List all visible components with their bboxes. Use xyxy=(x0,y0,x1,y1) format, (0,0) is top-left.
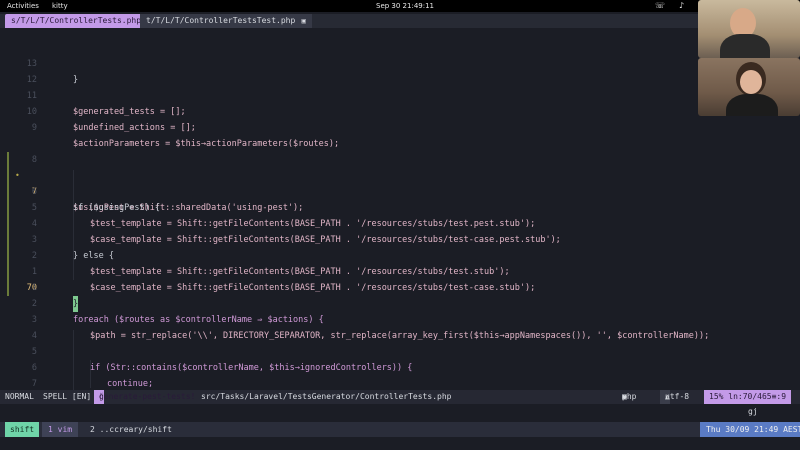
php-elephant-icon: ▣ xyxy=(622,392,627,401)
vim-statusline: NORMAL SPELL [EN] ᚴ generate-pest-tests!… xyxy=(0,390,800,404)
tmux-statusbar: shift 1 vim 2 ..ccreary/shift Thu 30/09 … xyxy=(0,422,800,437)
tab-label: s/T/L/T/ControllerTests.php xyxy=(11,16,142,25)
webcam-feed-2 xyxy=(698,58,800,116)
code-line: 6 if ($usingPest) { xyxy=(0,152,700,213)
git-branch: ᚴ generate-pest-tests! xyxy=(94,390,195,404)
cursor-position: 15% ln:70/465≡:9 xyxy=(704,390,792,404)
code-line: 4 xyxy=(0,312,700,341)
file-path: src/Tasks/Laravel/TestsGenerator/Control… xyxy=(201,392,452,401)
code-line: 9 $actionParameters = $this→actionParame… xyxy=(0,104,700,149)
tmux-datetime: Thu 30/09 21:49 AEST xyxy=(700,422,800,437)
vim-tabline: s/T/L/T/ControllerTests.php ▣ t/T/L/T/Co… xyxy=(0,14,800,28)
tab-label: t/T/L/T/ControllerTestsTest.php xyxy=(146,16,296,25)
code-line: 3 } else { xyxy=(0,200,700,261)
mode-indicator: NORMAL xyxy=(5,392,34,401)
code-line: 7 } xyxy=(0,360,700,405)
code-line: 1 $case_template = Shift::getFileContent… xyxy=(0,232,700,293)
code-line: 1 xyxy=(0,264,700,293)
tab-controller-tests[interactable]: s/T/L/T/ControllerTests.php ▣ xyxy=(5,14,158,28)
code-line: 6 continue; xyxy=(0,344,700,389)
linux-icon: ◭ xyxy=(665,392,670,401)
spell-indicator: SPELL [EN] xyxy=(43,392,92,401)
activities-button[interactable]: Activities xyxy=(7,2,39,10)
code-line: 13 } xyxy=(0,40,700,85)
tmux-window-active[interactable]: 1 vim xyxy=(42,422,79,437)
code-line: 5 $test_template = Shift::getFileContent… xyxy=(0,168,700,229)
app-menu[interactable]: kitty xyxy=(52,2,68,10)
clock[interactable]: Sep 30 21:49:11 xyxy=(376,2,434,10)
code-line: 12 xyxy=(0,56,700,85)
webcam-feed-1 xyxy=(698,0,800,58)
branch-name: generate-pest-tests! xyxy=(99,392,196,401)
tmux-session[interactable]: shift xyxy=(5,422,40,437)
phone-icon[interactable]: ☏ xyxy=(655,1,665,10)
code-editor[interactable]: 13 } 12 11 $generated_tests = []; 10 $un… xyxy=(0,40,800,405)
code-line-current: 70 } xyxy=(0,248,700,312)
tmux-window[interactable]: 2 ..ccreary/shift xyxy=(90,422,172,437)
code-line: 8 xyxy=(0,120,700,168)
system-tray[interactable]: ☏ ♪ xyxy=(655,1,684,10)
code-line: 2 $test_template = Shift::getFileContent… xyxy=(0,216,700,277)
code-line: 3 $path = str_replace('\\', DIRECTORY_SE… xyxy=(0,296,709,341)
tab-controller-tests-test[interactable]: t/T/L/T/ControllerTestsTest.php ▣ xyxy=(140,14,312,28)
code-line: 4 $case_template = Shift::getFileContent… xyxy=(0,184,700,245)
php-elephant-icon: ▣ xyxy=(297,17,306,25)
code-line: 10 $undefined_actions = []; xyxy=(0,88,700,133)
system-top-bar: Activities kitty Sep 30 21:49:11 ☏ ♪ xyxy=(0,0,800,12)
code-line: 5 if (Str::contains($controllerName, $th… xyxy=(0,328,700,373)
code-line: 11 $generated_tests = []; xyxy=(0,72,700,117)
audio-icon[interactable]: ♪ xyxy=(679,1,684,10)
code-line: 2 foreach ($routes as $controllerName ⇒ … xyxy=(0,280,700,325)
command-line[interactable]: gj xyxy=(748,407,758,416)
encoding: utf-8 ◭ xyxy=(660,390,689,404)
code-line: • 7 $usingPest = Shift::sharedData('usin… xyxy=(0,136,700,213)
